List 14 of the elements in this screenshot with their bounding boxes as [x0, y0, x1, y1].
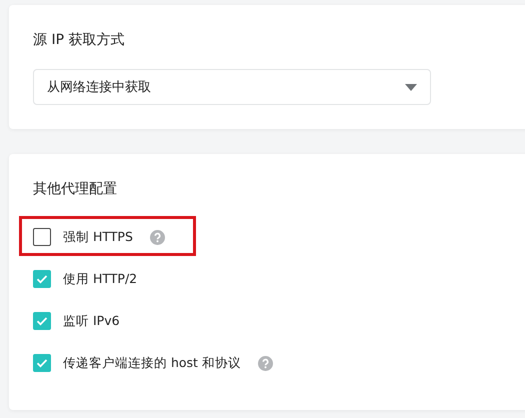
checkbox[interactable]: [33, 354, 51, 372]
checkbox[interactable]: [33, 270, 51, 288]
section-title: 源 IP 获取方式: [33, 31, 126, 50]
option-label: 监听 IPv6: [63, 312, 120, 330]
checkbox[interactable]: [33, 228, 51, 246]
section-title: 其他代理配置: [33, 180, 118, 199]
option-label: 使用 HTTP/2: [63, 270, 138, 288]
option-label: 强制 HTTPS: [63, 228, 133, 246]
help-icon[interactable]: [150, 230, 165, 244]
checkbox[interactable]: [33, 312, 51, 330]
dropdown-field[interactable]: 从网络连接中获取: [33, 69, 431, 105]
option-label: 传递客户端连接的 host 和协议: [63, 354, 241, 372]
help-icon[interactable]: [258, 356, 273, 370]
caret-icon: [405, 84, 417, 90]
